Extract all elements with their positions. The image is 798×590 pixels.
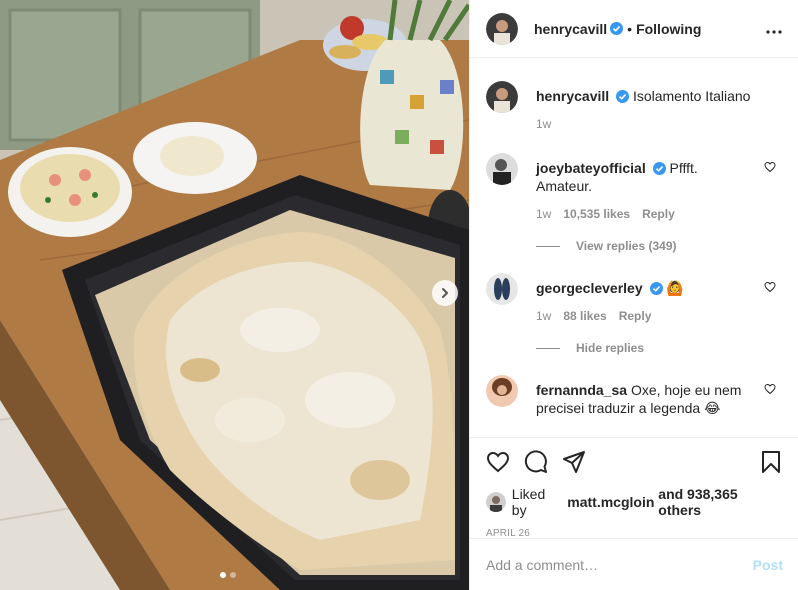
comment-like-heart-icon[interactable] xyxy=(764,161,776,173)
liker-avatar[interactable] xyxy=(486,492,506,512)
instagram-post-modal: henrycavill • Following henrycavill Isol… xyxy=(0,0,798,590)
hide-replies-button[interactable]: Hide replies xyxy=(536,341,783,355)
carousel-dot xyxy=(230,572,236,578)
comment-likes[interactable]: 88 likes xyxy=(563,309,606,323)
author-username[interactable]: henrycavill xyxy=(534,21,607,37)
likes-summary: Liked by matt.mcgloin and 938,365 others xyxy=(486,486,783,518)
following-button[interactable]: Following xyxy=(636,21,701,37)
comment-item: joeybateyofficial Pffft. Amateur. 1w 10,… xyxy=(486,153,783,253)
liked-by-user[interactable]: matt.mcgloin xyxy=(567,494,654,510)
commenter-avatar[interactable] xyxy=(486,273,518,305)
post-actions: Liked by matt.mcgloin and 938,365 others… xyxy=(470,437,798,539)
commenter-avatar[interactable] xyxy=(486,375,518,407)
comment-likes[interactable]: 10,535 likes xyxy=(563,207,630,221)
caption-username[interactable]: henrycavill xyxy=(536,88,609,104)
comment-time[interactable]: 1w xyxy=(536,309,551,323)
comment-icon[interactable] xyxy=(524,450,548,474)
next-slide-button[interactable] xyxy=(432,280,458,306)
header-user: henrycavill • Following xyxy=(534,21,701,37)
reply-button[interactable]: Reply xyxy=(642,207,675,221)
post-comment-button[interactable]: Post xyxy=(753,557,783,573)
heart-icon[interactable] xyxy=(486,450,510,474)
comment-username[interactable]: fernannda_sa xyxy=(536,382,627,398)
comment-input[interactable] xyxy=(486,556,753,573)
caption-text: Isolamento Italiano xyxy=(632,88,751,104)
reply-button[interactable]: Reply xyxy=(619,309,652,323)
carousel-indicator xyxy=(220,572,236,578)
replies-label: View replies (349) xyxy=(576,239,677,253)
author-avatar[interactable] xyxy=(486,81,518,113)
comment-like-heart-icon[interactable] xyxy=(764,383,776,395)
view-replies-button[interactable]: View replies (349) xyxy=(536,239,783,253)
caption-time[interactable]: 1w xyxy=(536,117,551,131)
bookmark-icon[interactable] xyxy=(759,450,783,474)
post-header: henrycavill • Following xyxy=(470,0,798,58)
comment-text: 🙆 xyxy=(666,280,684,296)
replies-label: Hide replies xyxy=(576,341,645,355)
comment-item: georgecleverley 🙆 1w 88 likes Reply Hide… xyxy=(486,273,783,355)
replies-line xyxy=(536,245,560,247)
comment-item: fernannda_sa Oxe, hoje eu nem precisei t… xyxy=(486,375,783,417)
add-comment-bar: Post xyxy=(470,538,798,590)
more-options-icon[interactable] xyxy=(766,21,782,37)
comment-username[interactable]: joeybateyofficial xyxy=(536,160,646,176)
verified-badge-icon xyxy=(652,162,666,175)
carousel-dot xyxy=(220,572,226,578)
liked-by-prefix: Liked by xyxy=(511,486,546,518)
share-icon[interactable] xyxy=(562,450,586,474)
post-photo[interactable] xyxy=(0,0,469,590)
verified-badge-icon xyxy=(649,282,663,295)
next-arrow-icon xyxy=(442,288,448,298)
food-photo-image xyxy=(0,0,469,590)
action-icons xyxy=(486,438,783,486)
verified-badge-icon xyxy=(616,90,630,103)
liked-by-others[interactable]: and 938,365 others xyxy=(658,486,783,518)
verified-badge-icon xyxy=(610,22,624,35)
header-separator: • xyxy=(627,20,633,37)
comment-username[interactable]: georgecleverley xyxy=(536,280,643,296)
post-side-panel: henrycavill • Following henrycavill Isol… xyxy=(469,0,798,590)
author-avatar[interactable] xyxy=(486,12,518,45)
comment-time[interactable]: 1w xyxy=(536,207,551,221)
replies-line xyxy=(536,347,560,349)
caption-item: henrycavill Isolamento Italiano 1w xyxy=(486,81,783,131)
comments-list[interactable]: henrycavill Isolamento Italiano 1w joeyb… xyxy=(470,59,798,437)
commenter-avatar[interactable] xyxy=(486,153,518,185)
comment-like-heart-icon[interactable] xyxy=(764,281,776,293)
